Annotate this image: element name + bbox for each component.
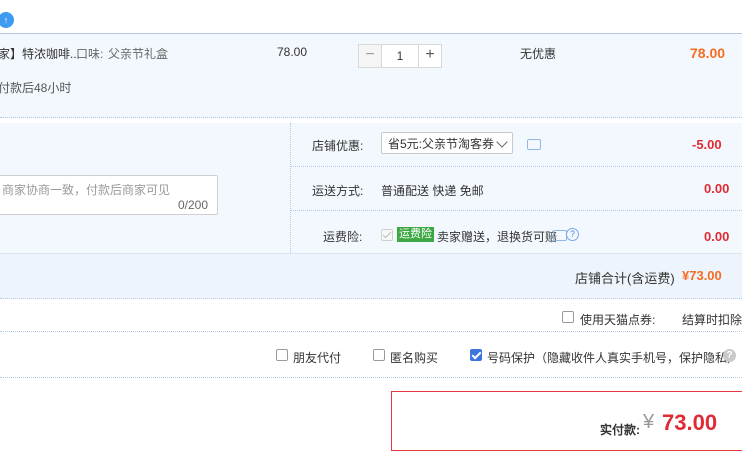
item-title[interactable]: 家】特浓咖啡... <box>0 45 80 62</box>
insurance-amount: 0.00 <box>704 229 730 244</box>
divider <box>0 117 742 118</box>
pay-label: 实付款: <box>600 423 640 437</box>
coupon-label: 店铺优惠: <box>312 139 364 153</box>
insurance-badge: 运费险 <box>397 227 434 242</box>
subtotal-label: 店铺合计(含运费) <box>575 271 675 286</box>
item-unit-price: 78.00 <box>277 45 308 59</box>
delivery-amount: 0.00 <box>704 181 730 196</box>
chevron-down-icon <box>496 136 508 148</box>
chat-icon[interactable] <box>527 139 541 150</box>
pay-currency: ¥ <box>643 411 655 433</box>
divider <box>290 123 291 253</box>
tmall-points-note: 结算时扣除 <box>682 313 742 327</box>
help-icon[interactable]: ? <box>566 228 579 241</box>
divider <box>0 298 742 299</box>
tmall-points-checkbox[interactable] <box>562 311 574 323</box>
divider <box>290 210 742 211</box>
friend-pay-label[interactable]: 朋友代付 <box>293 349 341 366</box>
pay-amount: 73.00 <box>662 410 718 435</box>
coupon-select-value: 省5元:父亲节淘客券 <box>388 137 495 151</box>
item-flavor-label: 口味: <box>76 47 104 61</box>
help-icon[interactable]: ? <box>723 349 736 362</box>
divider <box>290 166 742 167</box>
anonymous-purchase-checkbox[interactable] <box>373 349 385 361</box>
delivery-label: 运送方式: <box>312 184 364 198</box>
quantity-increase-button[interactable]: + <box>418 44 442 68</box>
divider <box>0 377 742 378</box>
item-flavor-value: 父亲节礼盒 <box>108 47 169 61</box>
info-icon: ↑ <box>0 12 14 28</box>
item-discount: 无优惠 <box>520 47 557 61</box>
number-protection-checkbox[interactable] <box>470 349 482 361</box>
coupon-amount: -5.00 <box>692 137 722 152</box>
number-protection-label[interactable]: 号码保护（隐藏收件人真实手机号，保护隐私） <box>487 349 739 366</box>
message-placeholder: 商家协商一致，付款后商家可见 <box>2 183 171 197</box>
quantity-decrease-button[interactable]: − <box>358 44 382 68</box>
item-total: 78.00 <box>690 45 726 61</box>
insurance-text: 卖家赠送，退换货可赔 <box>437 230 558 244</box>
chat-icon[interactable] <box>553 230 567 241</box>
divider <box>0 331 742 332</box>
quantity-input[interactable]: 1 <box>382 44 418 68</box>
shipping-note: 付款后48小时 <box>0 81 72 95</box>
insurance-label: 运费险: <box>323 230 363 244</box>
anonymous-purchase-label[interactable]: 匿名购买 <box>390 349 438 366</box>
coupon-select[interactable]: 省5元:父亲节淘客券 <box>381 132 513 154</box>
delivery-value: 普通配送 快递 免邮 <box>381 184 484 198</box>
insurance-checkbox <box>381 229 393 241</box>
message-counter: 0/200 <box>178 198 209 212</box>
quantity-stepper: − 1 + <box>358 44 442 68</box>
subtotal-value: ¥73.00 <box>682 268 722 283</box>
friend-pay-checkbox[interactable] <box>276 349 288 361</box>
tmall-points-label: 使用天猫点券: <box>580 313 656 327</box>
